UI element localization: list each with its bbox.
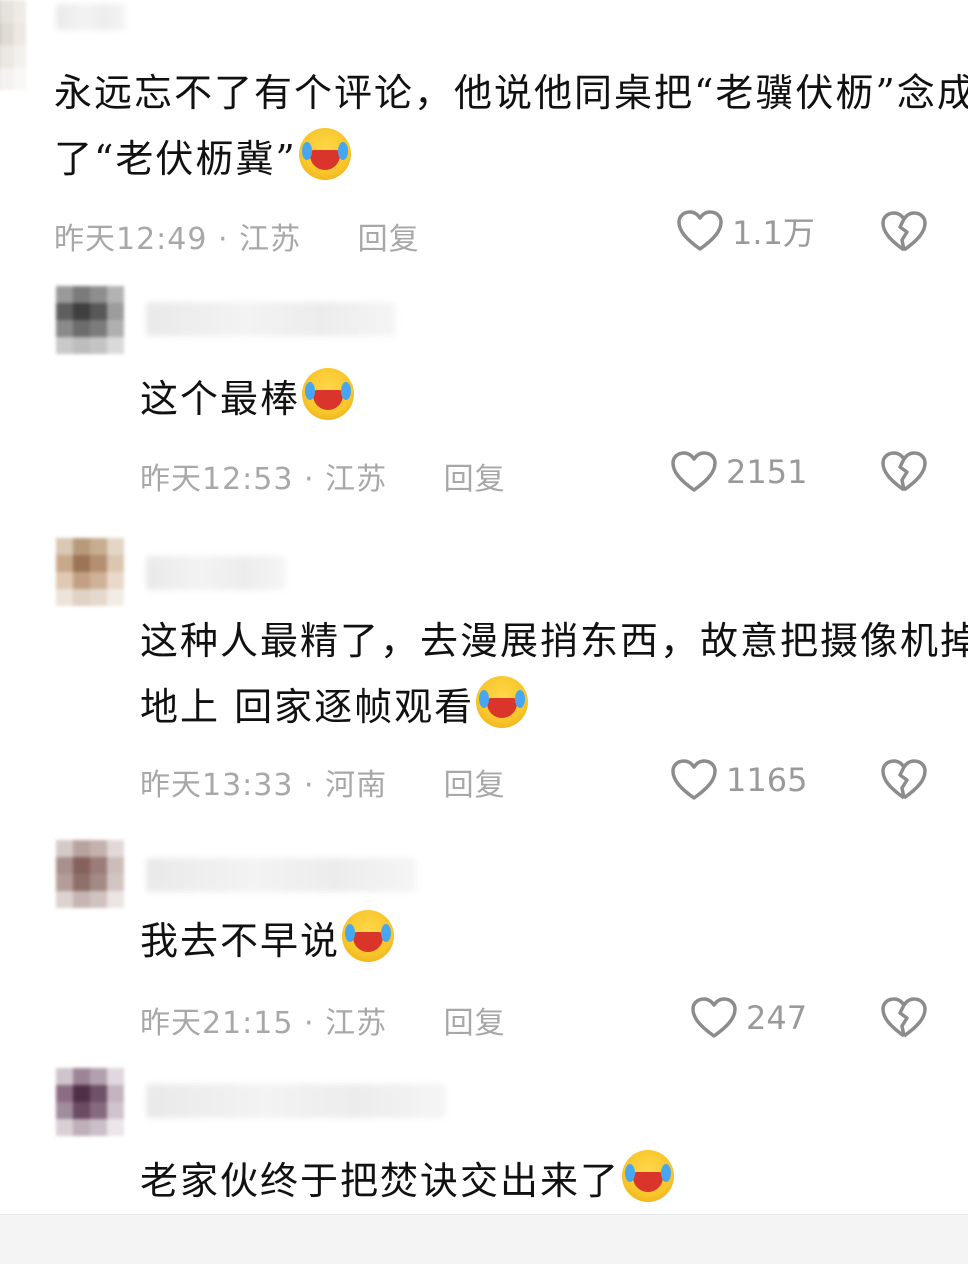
like-button[interactable]: 1165 [670, 758, 807, 802]
like-button[interactable]: 2151 [670, 450, 807, 494]
like-count: 1.1万 [732, 214, 815, 252]
location: 江苏 [325, 1006, 388, 1041]
username[interactable] [146, 556, 286, 590]
like-count: 247 [746, 999, 808, 1037]
like-count: 1165 [726, 761, 808, 799]
comment-meta: 昨天12:53 · 江苏 回复 [140, 454, 506, 498]
avatar[interactable] [0, 0, 26, 90]
broken-heart-icon[interactable] [880, 450, 928, 494]
username[interactable] [146, 302, 396, 336]
heart-outline-icon [690, 996, 738, 1040]
comment-text: 这个最棒 [140, 364, 355, 434]
username[interactable] [146, 858, 416, 892]
comment-text-line2: 地上 回家逐帧观看 [140, 672, 529, 742]
timestamp: 昨天21:15 [140, 1006, 294, 1041]
separator: · [218, 222, 229, 257]
heart-outline-icon [670, 758, 718, 802]
avatar[interactable] [56, 286, 124, 354]
comment-text: 永远忘不了有个评论，他说他同桌把“老骥伏枥”念成 [54, 71, 968, 115]
avatar[interactable] [56, 840, 124, 908]
comment-text: 这种人最精了，去漫展捎东西，故意把摄像机掉 [140, 619, 968, 663]
broken-heart-icon[interactable] [880, 758, 928, 802]
laughing-crying-emoji-icon [476, 676, 529, 728]
avatar[interactable] [56, 538, 124, 606]
separator: · [304, 768, 315, 803]
bottom-input-bar[interactable] [0, 1214, 968, 1264]
like-button[interactable]: 1.1万 [676, 208, 815, 254]
laughing-crying-emoji-icon [622, 1150, 675, 1202]
like-count: 2151 [726, 453, 808, 491]
reply-button[interactable]: 回复 [358, 222, 420, 257]
location: 江苏 [325, 462, 388, 497]
reply-button[interactable]: 回复 [444, 1006, 506, 1041]
broken-heart-icon[interactable] [880, 210, 928, 254]
heart-outline-icon [670, 450, 718, 494]
comment-text: 我去不早说 [140, 906, 395, 976]
username[interactable] [146, 1084, 446, 1118]
broken-heart-icon[interactable] [880, 996, 928, 1040]
location: 江苏 [239, 222, 302, 257]
heart-outline-icon [676, 209, 724, 253]
laughing-crying-emoji-icon [302, 368, 355, 420]
comment-text-line2: 了“老伏枥冀” [54, 124, 351, 194]
timestamp: 昨天12:53 [140, 462, 294, 497]
comment-text: 老家伙终于把焚诀交出来了 [140, 1146, 675, 1216]
location: 河南 [325, 768, 388, 803]
timestamp: 昨天12:49 [54, 222, 208, 257]
laughing-crying-emoji-icon [298, 128, 351, 180]
separator: · [304, 1006, 315, 1041]
avatar[interactable] [56, 1068, 124, 1136]
reply-button[interactable]: 回复 [444, 462, 506, 497]
laughing-crying-emoji-icon [342, 910, 395, 962]
timestamp: 昨天13:33 [140, 768, 294, 803]
separator: · [304, 462, 315, 497]
username[interactable] [56, 4, 126, 30]
comment-meta: 昨天21:15 · 江苏 回复 [140, 998, 506, 1042]
like-button[interactable]: 247 [690, 996, 807, 1040]
comment-meta: 昨天12:49 · 江苏 回复 [54, 214, 420, 258]
reply-button[interactable]: 回复 [444, 768, 506, 803]
comment-meta: 昨天13:33 · 河南 回复 [140, 760, 506, 804]
